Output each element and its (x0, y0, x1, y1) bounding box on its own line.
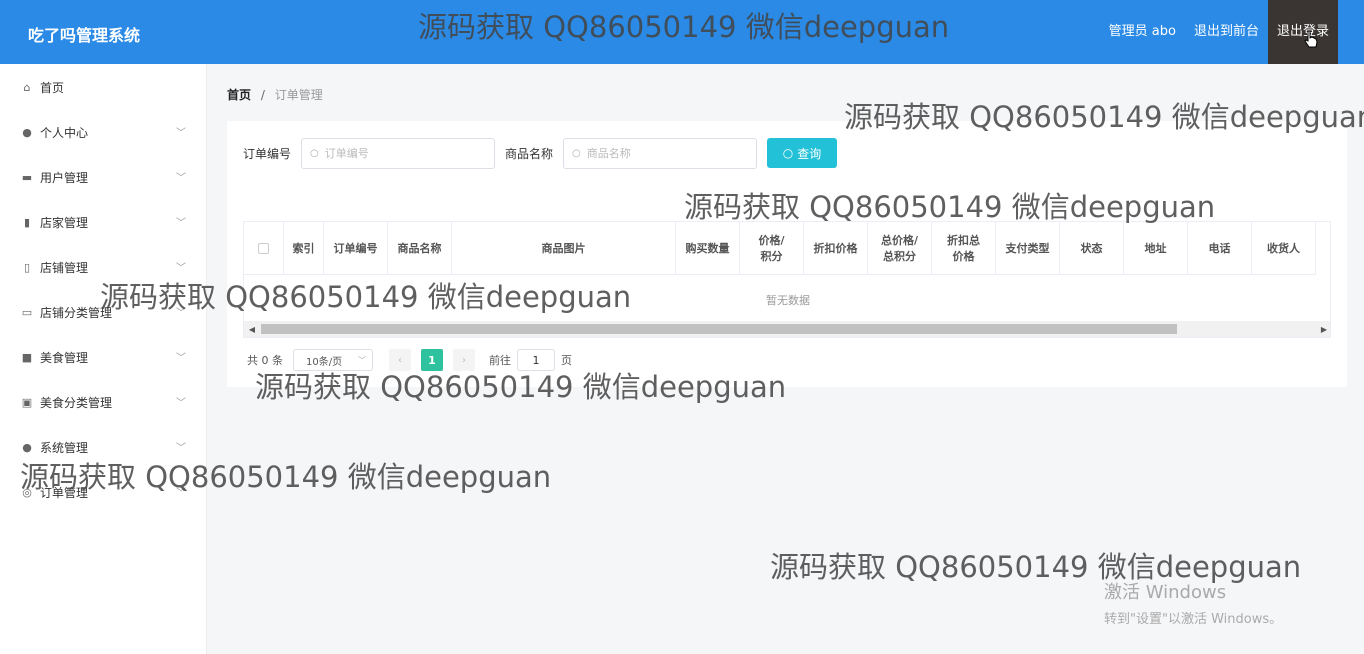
person-icon: ● (22, 441, 32, 454)
chevron-down-icon: ﹀ (176, 263, 186, 274)
sidebar-item-merchants[interactable]: ▮ 店家管理 ﹀ (0, 200, 206, 245)
order-no-placeholder: 订单编号 (324, 147, 369, 160)
horizontal-scrollbar[interactable]: ◀ ▶ (244, 321, 1330, 337)
column-header: 商品名称 (388, 222, 452, 275)
sidebar-item-home[interactable]: ⌂ 首页 (0, 65, 206, 110)
sidebar-item-label: 首页 (40, 81, 65, 95)
chevron-down-icon: ﹀ (176, 218, 186, 229)
chevron-down-icon: ﹀ (176, 443, 186, 454)
column-header: 状态 (1060, 222, 1124, 275)
sidebar-item-foods[interactable]: ■ 美食管理 ﹀ (0, 335, 206, 380)
select-all-checkbox[interactable] (258, 243, 269, 254)
breadcrumb-home[interactable]: 首页 (227, 88, 251, 102)
sidebar: ⌂ 首页 ● 个人中心 ﹀ ▬ 用户管理 ﹀ ▮ 店家管理 ﹀ ▯ 店铺管理 ﹀… (0, 64, 207, 654)
watermark-text: 源码获取 QQ86050149 微信deepguan (844, 100, 1364, 134)
home-icon: ⌂ (23, 81, 31, 94)
order-no-label: 订单编号 (243, 146, 292, 161)
order-panel: 订单编号 ○ 订单编号 商品名称 ○ 商品名称 ○ 查询 索引 订单编号 商品名… (227, 121, 1347, 387)
breadcrumb-current: 订单管理 (274, 88, 323, 102)
scroll-right-icon[interactable]: ▶ (1316, 321, 1330, 337)
search-icon: ○ (310, 147, 319, 159)
sidebar-item-label: 个人中心 (40, 126, 89, 140)
sidebar-item-label: 美食管理 (40, 351, 89, 365)
column-header: 价格/积分 (740, 222, 804, 275)
goods-name-label: 商品名称 (505, 146, 554, 161)
column-header: 收货人 (1252, 222, 1316, 275)
goods-name-input[interactable]: ○ 商品名称 (563, 137, 758, 169)
bar-chart-icon: ▮ (23, 216, 31, 229)
order-no-input[interactable]: ○ 订单编号 (301, 137, 496, 169)
chevron-down-icon: ﹀ (176, 353, 186, 364)
query-button-label: 查询 (797, 146, 822, 161)
goods-name-placeholder: 商品名称 (586, 147, 631, 160)
chat-icon: ▭ (21, 306, 33, 319)
column-header: 电话 (1188, 222, 1252, 275)
chevron-down-icon: ﹀ (176, 128, 186, 139)
chevron-down-icon: ﹀ (176, 398, 186, 409)
column-header: 购买数量 (676, 222, 740, 275)
logout-link[interactable]: 退出登录 (1267, 0, 1338, 64)
sidebar-item-users[interactable]: ▬ 用户管理 ﹀ (0, 155, 206, 200)
briefcase-icon: ■ (21, 351, 33, 364)
sidebar-item-food-categories[interactable]: ▣ 美食分类管理 ﹀ (0, 380, 206, 425)
column-header: 折扣总价格 (932, 222, 996, 275)
watermark-text: 源码获取 QQ86050149 微信deepguan (418, 10, 950, 44)
column-header: 索引 (284, 222, 324, 275)
column-header: 折扣价格 (804, 222, 868, 275)
windows-activation-notice: 激活 Windows 转到"设置"以激活 Windows。 (1104, 578, 1282, 627)
watermark-text: 源码获取 QQ86050149 微信deepguan (684, 190, 1216, 224)
watermark-text: 源码获取 QQ86050149 微信deepguan (100, 280, 632, 314)
user-manage-icon: ▬ (21, 171, 33, 184)
chevron-down-icon: ﹀ (176, 173, 186, 184)
sidebar-item-profile[interactable]: ● 个人中心 ﹀ (0, 110, 206, 155)
scroll-left-icon[interactable]: ◀ (244, 321, 260, 337)
card-icon: ▣ (21, 396, 33, 409)
column-header: 地址 (1124, 222, 1188, 275)
search-bar: 订单编号 ○ 订单编号 商品名称 ○ 商品名称 ○ 查询 (243, 137, 838, 169)
activation-title: 激活 Windows (1104, 582, 1227, 603)
app-title: 吃了吗管理系统 (28, 26, 141, 45)
column-header: 总价格/总积分 (868, 222, 932, 275)
column-header: 订单编号 (324, 222, 388, 275)
exit-to-front-link[interactable]: 退出到前台 (1185, 0, 1268, 64)
sidebar-item-label: 用户管理 (40, 171, 89, 185)
search-icon: ○ (572, 147, 581, 159)
select-all-cell (244, 222, 284, 275)
sidebar-item-label: 店铺管理 (40, 261, 89, 275)
column-header: 支付类型 (996, 222, 1060, 275)
breadcrumb-separator: / (260, 88, 265, 102)
search-icon: ○ (782, 146, 794, 160)
user-icon: ● (22, 126, 32, 139)
watermark-text: 源码获取 QQ86050149 微信deepguan (255, 370, 787, 404)
breadcrumb: 首页 / 订单管理 (227, 86, 323, 103)
top-actions: 管理员 abo 退出到前台 退出登录 (1100, 0, 1338, 64)
sidebar-item-label: 美食分类管理 (40, 396, 113, 410)
column-header: 商品图片 (452, 222, 676, 275)
watermark-text: 源码获取 QQ86050149 微信deepguan (20, 460, 552, 494)
scrollbar-thumb[interactable] (261, 324, 1177, 334)
query-button[interactable]: ○ 查询 (767, 138, 838, 168)
activation-subtitle: 转到"设置"以激活 Windows。 (1104, 612, 1283, 627)
shop-icon: ▯ (23, 261, 31, 274)
admin-user-link[interactable]: 管理员 abo (1100, 0, 1185, 64)
sidebar-item-label: 店家管理 (40, 216, 89, 230)
hand-cursor-icon (1304, 30, 1318, 48)
table-header: 索引 订单编号 商品名称 商品图片 购买数量 价格/积分 折扣价格 总价格/总积… (244, 222, 1316, 275)
